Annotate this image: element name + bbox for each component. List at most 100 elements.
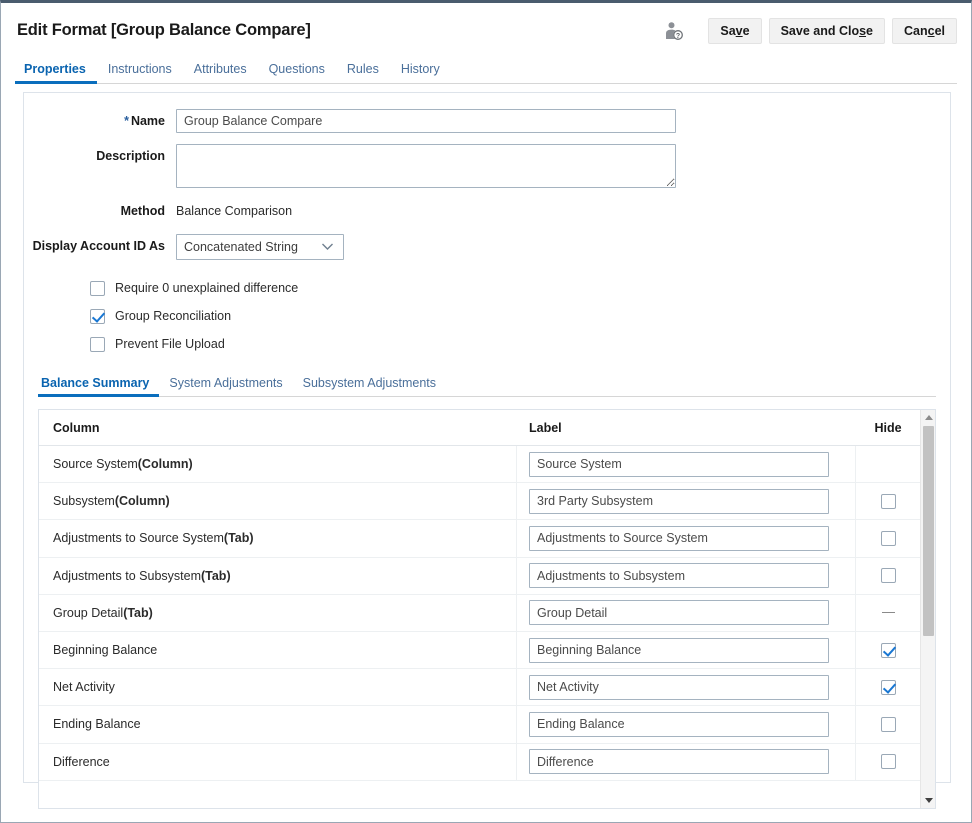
- row-label-input[interactable]: [529, 638, 829, 663]
- page-title: Edit Format [Group Balance Compare]: [17, 21, 311, 40]
- cancel-button-pre: Can: [904, 24, 928, 38]
- row-column-name-text: Net Activity: [53, 680, 115, 694]
- option-group-reconciliation[interactable]: Group Reconciliation: [90, 302, 950, 330]
- row-hide-checkbox[interactable]: [881, 717, 896, 732]
- row-hide-cell: [855, 706, 921, 742]
- row-hide-checkbox[interactable]: [881, 680, 896, 695]
- tab-properties[interactable]: Properties: [15, 62, 97, 83]
- cancel-button-accesskey: c: [928, 24, 935, 38]
- save-button-pre: Sa: [720, 24, 735, 38]
- row-label-input[interactable]: [529, 452, 829, 477]
- save-button[interactable]: Save: [708, 18, 761, 44]
- row-column-name-suffix: (Column): [115, 494, 170, 508]
- row-hide-checkbox[interactable]: [881, 531, 896, 546]
- row-hide-cell: [855, 744, 921, 780]
- description-label: Description: [24, 144, 176, 168]
- main-tabs: Properties Instructions Attributes Quest…: [15, 58, 957, 84]
- window-header: Edit Format [Group Balance Compare] ? Sa…: [1, 3, 971, 58]
- row-label-input[interactable]: [529, 563, 829, 588]
- option-prevent-file-upload[interactable]: Prevent File Upload: [90, 330, 950, 358]
- edit-format-window: Edit Format [Group Balance Compare] ? Sa…: [0, 0, 972, 823]
- save-and-close-button[interactable]: Save and Close: [769, 18, 885, 44]
- row-column-name: Source System (Column): [39, 446, 517, 482]
- row-label-input[interactable]: [529, 675, 829, 700]
- table-scrollbar[interactable]: [920, 410, 935, 808]
- table-header-row: Column Label Hide: [39, 410, 935, 446]
- cancel-button[interactable]: Cancel: [892, 18, 957, 44]
- row-label-cell: [517, 744, 855, 780]
- table-row: Source System (Column): [39, 446, 935, 483]
- row-label-input[interactable]: [529, 489, 829, 514]
- row-column-name-text: Beginning Balance: [53, 643, 157, 657]
- method-value: Balance Comparison: [176, 199, 292, 223]
- row-column-name-suffix: (Tab): [201, 569, 231, 583]
- row-column-name: Ending Balance: [39, 706, 517, 742]
- tab-questions[interactable]: Questions: [258, 62, 336, 83]
- properties-form: *Name Description Method Balance Compari…: [24, 93, 950, 260]
- column-header-column: Column: [39, 421, 517, 435]
- row-hide-cell: [855, 558, 921, 594]
- row-column-name-text: Adjustments to Subsystem: [53, 569, 201, 583]
- display-account-id-value: Concatenated String: [184, 240, 298, 254]
- required-indicator: *: [124, 114, 129, 128]
- row-hide-cell: [855, 595, 921, 631]
- properties-panel: *Name Description Method Balance Compari…: [23, 92, 951, 783]
- chevron-down-icon: [321, 238, 334, 256]
- form-row-name: *Name: [24, 109, 950, 133]
- row-column-name-suffix: (Tab): [224, 531, 254, 545]
- name-label: *Name: [24, 109, 176, 133]
- tab-instructions[interactable]: Instructions: [97, 62, 183, 83]
- scroll-down-arrow-icon[interactable]: [921, 793, 936, 808]
- form-row-display-account-id: Display Account ID As Concatenated Strin…: [24, 234, 950, 260]
- row-label-cell: [517, 483, 855, 519]
- row-column-name-text: Difference: [53, 755, 110, 769]
- prevent-file-upload-label: Prevent File Upload: [115, 337, 225, 351]
- table-row: Net Activity: [39, 669, 935, 706]
- row-hide-checkbox[interactable]: [881, 494, 896, 509]
- row-column-name: Beginning Balance: [39, 632, 517, 668]
- require-zero-unexplained-difference-checkbox[interactable]: [90, 281, 105, 296]
- subtab-balance-summary[interactable]: Balance Summary: [38, 376, 159, 396]
- row-label-input[interactable]: [529, 600, 829, 625]
- tab-history[interactable]: History: [390, 62, 451, 83]
- subtab-subsystem-adjustments[interactable]: Subsystem Adjustments: [293, 376, 446, 396]
- row-label-cell: [517, 446, 855, 482]
- table-row: Beginning Balance: [39, 632, 935, 669]
- subtab-system-adjustments[interactable]: System Adjustments: [159, 376, 292, 396]
- row-label-input[interactable]: [529, 526, 829, 551]
- row-column-name-text: Subsystem: [53, 494, 115, 508]
- save-and-close-button-pre: Save and Clo: [781, 24, 860, 38]
- table-row: Difference: [39, 744, 935, 781]
- scrollbar-thumb[interactable]: [923, 426, 934, 636]
- prevent-file-upload-checkbox[interactable]: [90, 337, 105, 352]
- row-hide-checkbox[interactable]: [881, 643, 896, 658]
- tab-attributes[interactable]: Attributes: [183, 62, 258, 83]
- column-header-label: Label: [517, 421, 855, 435]
- group-reconciliation-checkbox[interactable]: [90, 309, 105, 324]
- name-input[interactable]: [176, 109, 676, 133]
- row-hide-checkbox[interactable]: [881, 568, 896, 583]
- require-zero-unexplained-difference-label: Require 0 unexplained difference: [115, 281, 298, 295]
- scroll-up-arrow-icon[interactable]: [921, 410, 936, 425]
- tab-rules[interactable]: Rules: [336, 62, 390, 83]
- row-hide-checkbox[interactable]: [881, 754, 896, 769]
- row-label-input[interactable]: [529, 712, 829, 737]
- row-label-input[interactable]: [529, 749, 829, 774]
- user-help-icon[interactable]: ?: [661, 17, 687, 45]
- row-label-cell: [517, 706, 855, 742]
- row-column-name-suffix: (Tab): [123, 606, 153, 620]
- form-row-method: Method Balance Comparison: [24, 199, 950, 223]
- display-account-id-label: Display Account ID As: [24, 234, 176, 258]
- table-body: Source System (Column) Subsystem (Column)…: [39, 446, 935, 808]
- row-label-cell: [517, 558, 855, 594]
- row-column-name-text: Ending Balance: [53, 717, 141, 731]
- display-account-id-select[interactable]: Concatenated String: [176, 234, 344, 260]
- save-button-post: e: [743, 24, 750, 38]
- row-column-name: Difference: [39, 744, 517, 780]
- row-column-name: Group Detail (Tab): [39, 595, 517, 631]
- description-textarea[interactable]: [176, 144, 676, 188]
- header-actions: ? Save Save and Close Cancel: [661, 17, 957, 45]
- option-require-zero-unexplained-difference[interactable]: Require 0 unexplained difference: [90, 274, 950, 302]
- table-row: Group Detail (Tab): [39, 595, 935, 632]
- row-hide-cell: [855, 483, 921, 519]
